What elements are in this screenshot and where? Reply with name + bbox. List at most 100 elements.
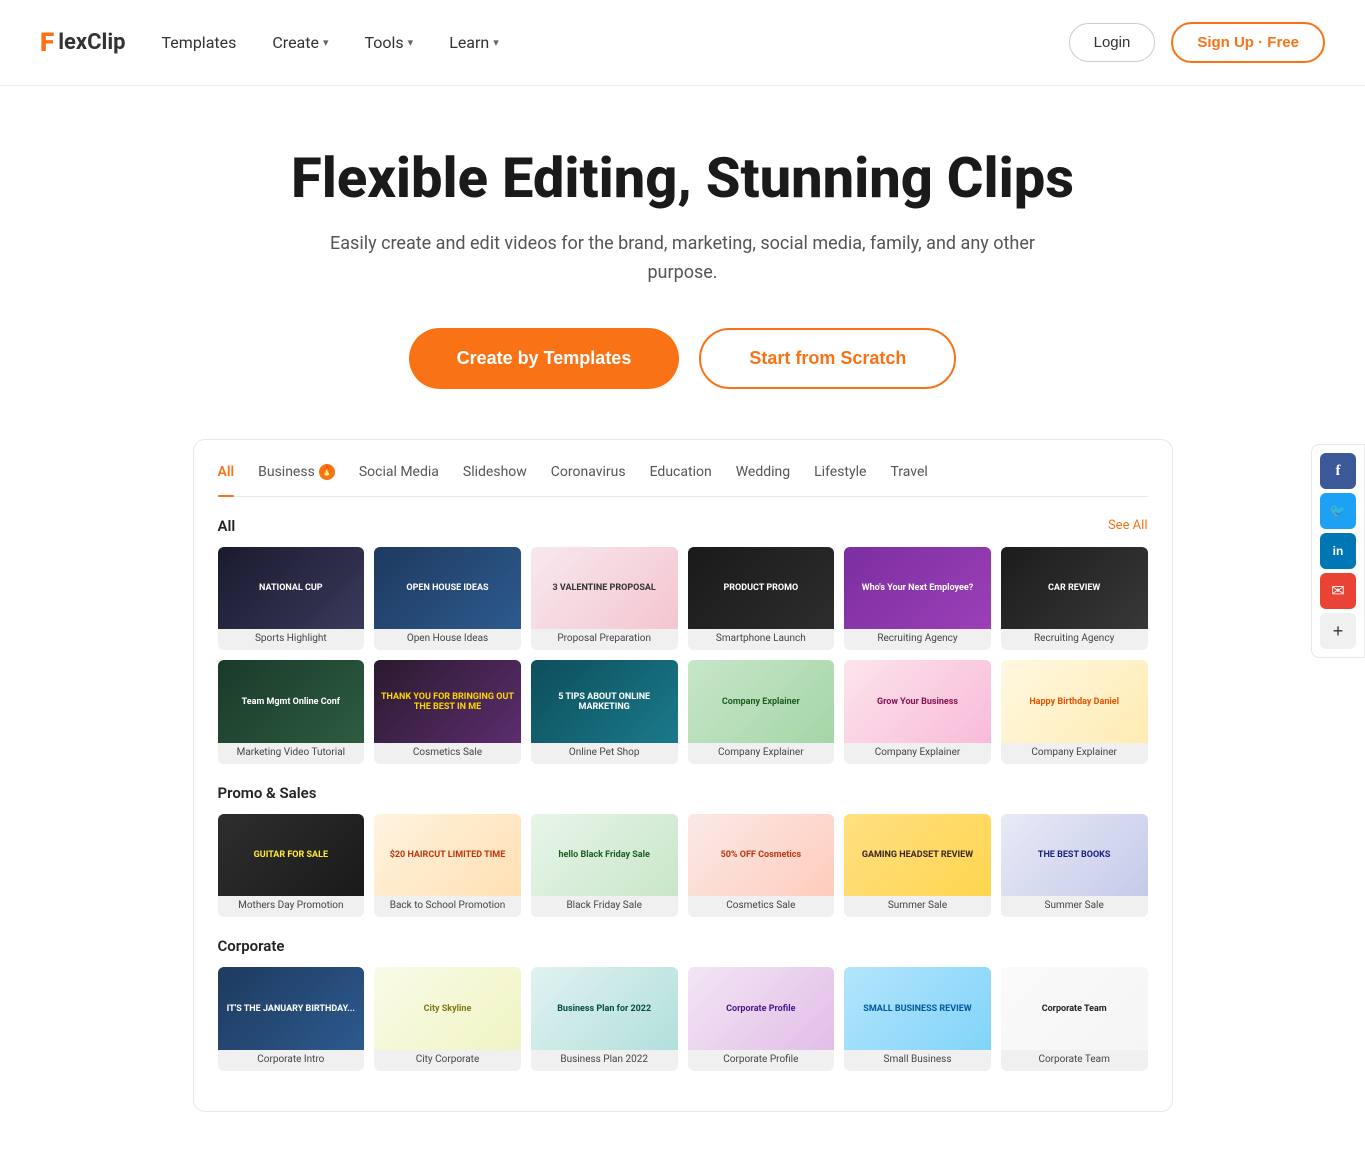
tab-lifestyle[interactable]: Lifestyle <box>814 464 866 484</box>
template-label: Marketing Video Tutorial <box>218 743 365 764</box>
tab-education[interactable]: Education <box>650 464 712 484</box>
tab-coronavirus[interactable]: Coronavirus <box>551 464 626 484</box>
twitter-share-button[interactable]: 🐦 <box>1320 493 1356 529</box>
template-thumbnail: Who's Your Next Employee? <box>844 547 991 630</box>
nav-templates[interactable]: Templates <box>162 33 237 52</box>
section-title-all: All <box>218 517 236 535</box>
hot-badge: 🔥 <box>319 464 335 480</box>
template-grid-all: NATIONAL CUP Sports Highlight OPEN HOUSE… <box>218 547 1148 764</box>
facebook-share-button[interactable]: f <box>1320 453 1356 489</box>
list-item[interactable]: Company Explainer Company Explainer <box>688 660 835 764</box>
list-item[interactable]: $20 HAIRCUT LIMITED TIME Back to School … <box>374 814 521 918</box>
template-thumbnail: 50% OFF Cosmetics <box>688 814 835 896</box>
template-thumbnail: IT'S THE JANUARY BIRTHDAY... <box>218 967 365 1049</box>
start-scratch-button[interactable]: Start from Scratch <box>699 328 956 389</box>
list-item[interactable]: Happy Birthday Daniel Company Explainer <box>1001 660 1148 764</box>
section-header-all: All See All <box>218 517 1148 535</box>
tab-all[interactable]: All <box>218 464 235 484</box>
linkedin-icon: in <box>1333 544 1344 558</box>
template-label: Mothers Day Promotion <box>218 896 365 917</box>
nav-learn[interactable]: Learn ▾ <box>449 33 499 52</box>
template-thumbnail: SMALL BUSINESS REVIEW <box>844 967 991 1050</box>
section-title-corporate: Corporate <box>218 937 285 955</box>
template-label: Corporate Intro <box>218 1050 365 1071</box>
hero-subtitle: Easily create and edit videos for the br… <box>303 230 1063 288</box>
list-item[interactable]: Team Mgmt Online Conf Marketing Video Tu… <box>218 660 365 764</box>
template-label: Cosmetics Sale <box>688 896 835 917</box>
list-item[interactable]: Corporate Team Corporate Team <box>1001 967 1148 1071</box>
nav-tools[interactable]: Tools ▾ <box>365 33 414 52</box>
list-item[interactable]: 3 VALENTINE PROPOSAL Proposal Preparatio… <box>531 547 678 651</box>
logo-icon: F <box>40 28 54 58</box>
chevron-down-icon: ▾ <box>323 36 329 49</box>
hero-section: Flexible Editing, Stunning Clips Easily … <box>0 86 1365 1152</box>
template-label: Online Pet Shop <box>531 743 678 764</box>
template-label: Recruiting Agency <box>844 629 991 650</box>
template-thumbnail: Business Plan for 2022 <box>531 967 678 1050</box>
social-sidebar: f 🐦 in ✉ + <box>1311 444 1365 658</box>
logo[interactable]: F lexClip <box>40 28 126 58</box>
more-share-button[interactable]: + <box>1320 613 1356 649</box>
email-share-button[interactable]: ✉ <box>1320 573 1356 609</box>
template-label: Back to School Promotion <box>374 896 521 917</box>
navbar: F lexClip Templates Create ▾ Tools ▾ Lea… <box>0 0 1365 86</box>
tab-wedding[interactable]: Wedding <box>736 464 790 484</box>
list-item[interactable]: GUITAR FOR SALE Mothers Day Promotion <box>218 814 365 918</box>
chevron-down-icon: ▾ <box>408 36 414 49</box>
template-thumbnail: $20 HAIRCUT LIMITED TIME <box>374 814 521 897</box>
list-item[interactable]: 5 TIPS ABOUT ONLINE MARKETING Online Pet… <box>531 660 678 764</box>
template-label: Small Business <box>844 1050 991 1071</box>
template-thumbnail: Company Explainer <box>688 660 835 742</box>
nav-tools-label: Tools <box>365 33 404 52</box>
list-item[interactable]: THE BEST BOOKS Summer Sale <box>1001 814 1148 918</box>
list-item[interactable]: Who's Your Next Employee? Recruiting Age… <box>844 547 991 651</box>
signup-button[interactable]: Sign Up · Free <box>1171 22 1325 63</box>
logo-text: lexClip <box>58 30 125 55</box>
list-item[interactable]: GAMING HEADSET REVIEW Summer Sale <box>844 814 991 918</box>
section-title-promo: Promo & Sales <box>218 784 317 802</box>
template-label: Business Plan 2022 <box>531 1050 678 1071</box>
template-thumbnail: NATIONAL CUP <box>218 547 365 629</box>
list-item[interactable]: hello Black Friday Sale Black Friday Sal… <box>531 814 678 918</box>
list-item[interactable]: THANK YOU FOR BRINGING OUT THE BEST IN M… <box>374 660 521 764</box>
section-header-promo: Promo & Sales <box>218 784 1148 802</box>
list-item[interactable]: CAR REVIEW Recruiting Agency <box>1001 547 1148 651</box>
list-item[interactable]: SMALL BUSINESS REVIEW Small Business <box>844 967 991 1071</box>
tab-business[interactable]: Business 🔥 <box>258 464 335 484</box>
template-thumbnail: 3 VALENTINE PROPOSAL <box>531 547 678 630</box>
list-item[interactable]: Business Plan for 2022 Business Plan 202… <box>531 967 678 1071</box>
list-item[interactable]: IT'S THE JANUARY BIRTHDAY... Corporate I… <box>218 967 365 1071</box>
template-grid-corporate: IT'S THE JANUARY BIRTHDAY... Corporate I… <box>218 967 1148 1071</box>
template-label: Smartphone Launch <box>688 629 835 650</box>
list-item[interactable]: NATIONAL CUP Sports Highlight <box>218 547 365 651</box>
navbar-right: Login Sign Up · Free <box>1069 22 1325 63</box>
template-thumbnail: GUITAR FOR SALE <box>218 814 365 896</box>
preview-panel: All Business 🔥 Social Media Slideshow Co… <box>193 439 1173 1112</box>
twitter-icon: 🐦 <box>1330 503 1346 519</box>
template-thumbnail: Corporate Team <box>1001 967 1148 1050</box>
list-item[interactable]: 50% OFF Cosmetics Cosmetics Sale <box>688 814 835 918</box>
linkedin-share-button[interactable]: in <box>1320 533 1356 569</box>
template-thumbnail: hello Black Friday Sale <box>531 814 678 897</box>
template-thumbnail: 5 TIPS ABOUT ONLINE MARKETING <box>531 660 678 743</box>
template-label: Recruiting Agency <box>1001 629 1148 650</box>
tab-social-media[interactable]: Social Media <box>359 464 439 484</box>
chevron-down-icon: ▾ <box>493 36 499 49</box>
template-thumbnail: THANK YOU FOR BRINGING OUT THE BEST IN M… <box>374 660 521 743</box>
category-tabs: All Business 🔥 Social Media Slideshow Co… <box>218 464 1148 497</box>
list-item[interactable]: OPEN HOUSE IDEAS Open House Ideas <box>374 547 521 651</box>
tab-slideshow[interactable]: Slideshow <box>463 464 527 484</box>
nav-create[interactable]: Create ▾ <box>272 33 328 52</box>
see-all-all[interactable]: See All <box>1108 518 1148 533</box>
nav-learn-label: Learn <box>449 33 489 52</box>
list-item[interactable]: Grow Your Business Company Explainer <box>844 660 991 764</box>
list-item[interactable]: Corporate Profile Corporate Profile <box>688 967 835 1071</box>
create-template-button[interactable]: Create by Templates <box>409 328 680 389</box>
hero-buttons: Create by Templates Start from Scratch <box>409 328 957 389</box>
template-grid-promo: GUITAR FOR SALE Mothers Day Promotion $2… <box>218 814 1148 918</box>
tab-travel[interactable]: Travel <box>890 464 927 484</box>
template-label: Corporate Team <box>1001 1050 1148 1071</box>
list-item[interactable]: City Skyline City Corporate <box>374 967 521 1071</box>
list-item[interactable]: PRODUCT PROMO Smartphone Launch <box>688 547 835 651</box>
login-button[interactable]: Login <box>1069 23 1156 62</box>
